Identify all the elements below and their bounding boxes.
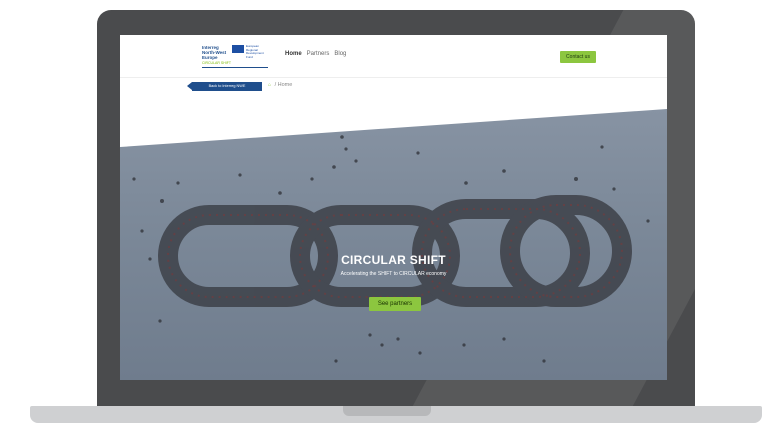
back-to-interreg-button[interactable]: Back to Interreg NWE: [187, 82, 262, 91]
nav-link-home[interactable]: Home: [285, 51, 302, 57]
crowd-chain-image: [132, 135, 650, 363]
nav-links: Home Partners Blog: [285, 51, 346, 57]
nav-link-partners[interactable]: Partners: [307, 51, 330, 57]
site-navbar: Interreg North-West Europe European Regi…: [120, 35, 667, 78]
laptop-notch: [343, 406, 431, 416]
back-arrow-icon: [187, 82, 192, 90]
see-partners-button[interactable]: See partners: [369, 297, 421, 311]
website-screen: Interreg North-West Europe European Regi…: [120, 35, 667, 380]
nav-link-blog[interactable]: Blog: [334, 51, 346, 57]
contact-us-button[interactable]: Contact us: [560, 51, 596, 63]
hero-title: CIRCULAR SHIFT: [341, 253, 446, 267]
breadcrumb: ⌂ / Home: [268, 82, 292, 88]
logo-text: Interreg North-West Europe: [202, 45, 227, 60]
home-icon[interactable]: ⌂: [268, 82, 271, 88]
logo-subtitle: CIRCULAR SHIFT: [202, 61, 231, 65]
hero-section: CIRCULAR SHIFT Accelerating the SHIFT to…: [120, 109, 667, 380]
logo-divider: [202, 67, 268, 68]
interreg-logo[interactable]: Interreg North-West Europe European Regi…: [202, 43, 268, 68]
eu-flag-icon: [232, 45, 244, 53]
eu-text: European Regional Development Fund: [246, 44, 264, 59]
hero-subtitle: Accelerating the SHIFT to CIRCULAR econo…: [340, 271, 447, 277]
back-button-label: Back to Interreg NWE: [208, 84, 246, 88]
breadcrumb-text: / Home: [274, 82, 293, 88]
